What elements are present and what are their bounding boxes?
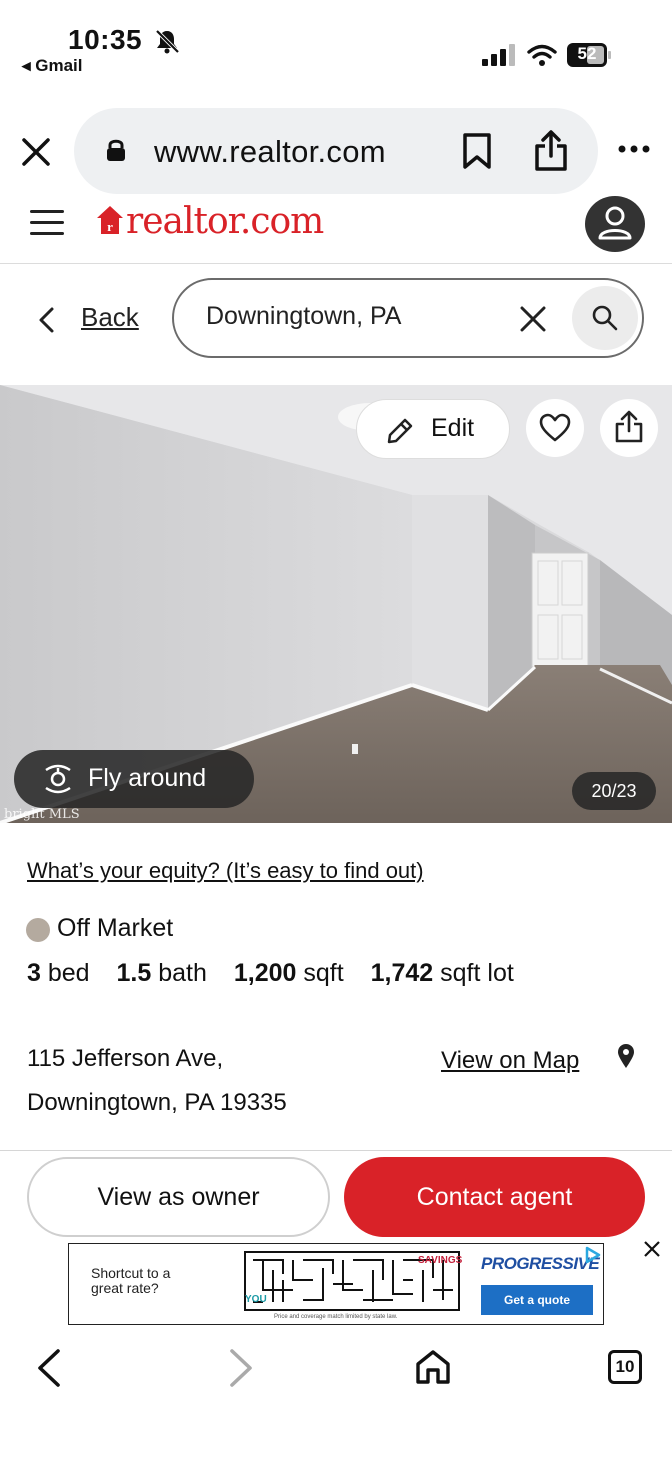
edit-label: Edit [431, 414, 475, 442]
home-icon[interactable] [414, 1348, 452, 1386]
browser-toolbar: www.realtor.com [0, 106, 672, 196]
location-search-input[interactable]: Downingtown, PA [172, 278, 644, 358]
realtor-logo[interactable]: r realtor.com [96, 201, 324, 242]
menu-icon[interactable] [30, 210, 64, 236]
fly-around-label: Fly around [88, 764, 207, 792]
listing-specs: 3 bed 1.5 bath 1,200 sqft 1,742 sqft lot [27, 959, 534, 988]
back-arrow-icon[interactable] [34, 1348, 64, 1388]
listing-photo[interactable]: Edit Fly around 20/23 bright MLS [0, 385, 672, 823]
search-row: Back Downingtown, PA [0, 264, 672, 384]
wifi-icon [527, 44, 557, 66]
fly-around-button[interactable]: Fly around [14, 750, 254, 808]
listing-status: Off Market [57, 914, 174, 942]
close-tab-icon[interactable] [20, 136, 52, 168]
contact-agent-button[interactable]: Contact agent [344, 1157, 645, 1237]
tabs-count-button[interactable]: 10 [608, 1350, 642, 1384]
more-options-icon[interactable] [618, 144, 650, 154]
ad-banner[interactable]: Shortcut to a great rate? YOU SAVINGS Pr… [68, 1243, 604, 1325]
spec-lot: 1,742 sqft lot [370, 959, 514, 987]
share-icon [615, 410, 643, 443]
back-to-app-link[interactable]: ◂ Gmail [22, 56, 83, 76]
section-divider [0, 1150, 672, 1151]
battery-level: 52 [577, 44, 597, 63]
url-text[interactable]: www.realtor.com [154, 134, 386, 170]
spec-beds: 3 bed [27, 959, 90, 987]
save-favorite-button[interactable] [526, 399, 584, 457]
search-icon [592, 305, 618, 331]
address-bar[interactable]: www.realtor.com [74, 108, 598, 194]
search-value[interactable]: Downingtown, PA [206, 302, 401, 331]
pencil-icon [387, 418, 413, 444]
clock: 10:35 [68, 24, 143, 55]
clear-search-icon[interactable] [520, 306, 546, 332]
status-dot [26, 918, 50, 942]
cellular-signal-icon [482, 44, 515, 66]
browser-bottom-nav: 10 [0, 1330, 672, 1410]
close-ad-icon[interactable] [642, 1239, 662, 1259]
adchoices-icon[interactable] [581, 1244, 603, 1266]
ad-cta-button[interactable]: Get a quote [481, 1285, 593, 1315]
logo-text: realtor.com [126, 201, 324, 242]
battery-indicator: 52 [567, 43, 613, 67]
equity-link[interactable]: What’s your equity? (It’s easy to find o… [27, 858, 424, 884]
ad-headline: Shortcut to a great rate? [91, 1265, 171, 1296]
user-icon [598, 206, 632, 240]
spec-sqft: 1,200 sqft [233, 959, 344, 987]
account-avatar[interactable] [585, 196, 645, 252]
search-button[interactable] [572, 286, 638, 350]
ad-savings-label: SAVINGS [418, 1255, 463, 1266]
chevron-left-icon[interactable] [36, 306, 56, 334]
mls-watermark: bright MLS [4, 807, 80, 822]
share-icon[interactable] [534, 130, 568, 172]
ad-fine-print: Price and coverage match limited by stat… [274, 1314, 398, 1320]
heart-icon [539, 413, 571, 442]
map-pin-icon[interactable] [616, 1043, 636, 1069]
lock-icon [107, 139, 125, 161]
logo-house-icon: r [97, 206, 123, 234]
forward-arrow-icon[interactable] [226, 1348, 256, 1388]
view-on-map-link[interactable]: View on Map [441, 1047, 579, 1075]
photo-counter: 20/23 [572, 772, 656, 810]
muted-bell-icon [155, 29, 180, 54]
status-bar: 10:35 ◂ Gmail 52 [0, 0, 672, 90]
address-line-1: 115 Jefferson Ave, [27, 1045, 224, 1072]
back-link[interactable]: Back [81, 302, 139, 333]
bookmark-icon[interactable] [462, 132, 492, 170]
ad-you-label: YOU [245, 1294, 267, 1305]
site-header: r realtor.com [0, 196, 672, 264]
view-as-owner-button[interactable]: View as owner [27, 1157, 330, 1237]
svg-text:r: r [107, 219, 113, 234]
share-listing-button[interactable] [600, 399, 658, 457]
edit-button[interactable]: Edit [356, 399, 510, 459]
address-line-2: Downingtown, PA 19335 [27, 1089, 287, 1116]
drone-icon [45, 764, 71, 794]
spec-baths: 1.5 bath [116, 959, 207, 987]
